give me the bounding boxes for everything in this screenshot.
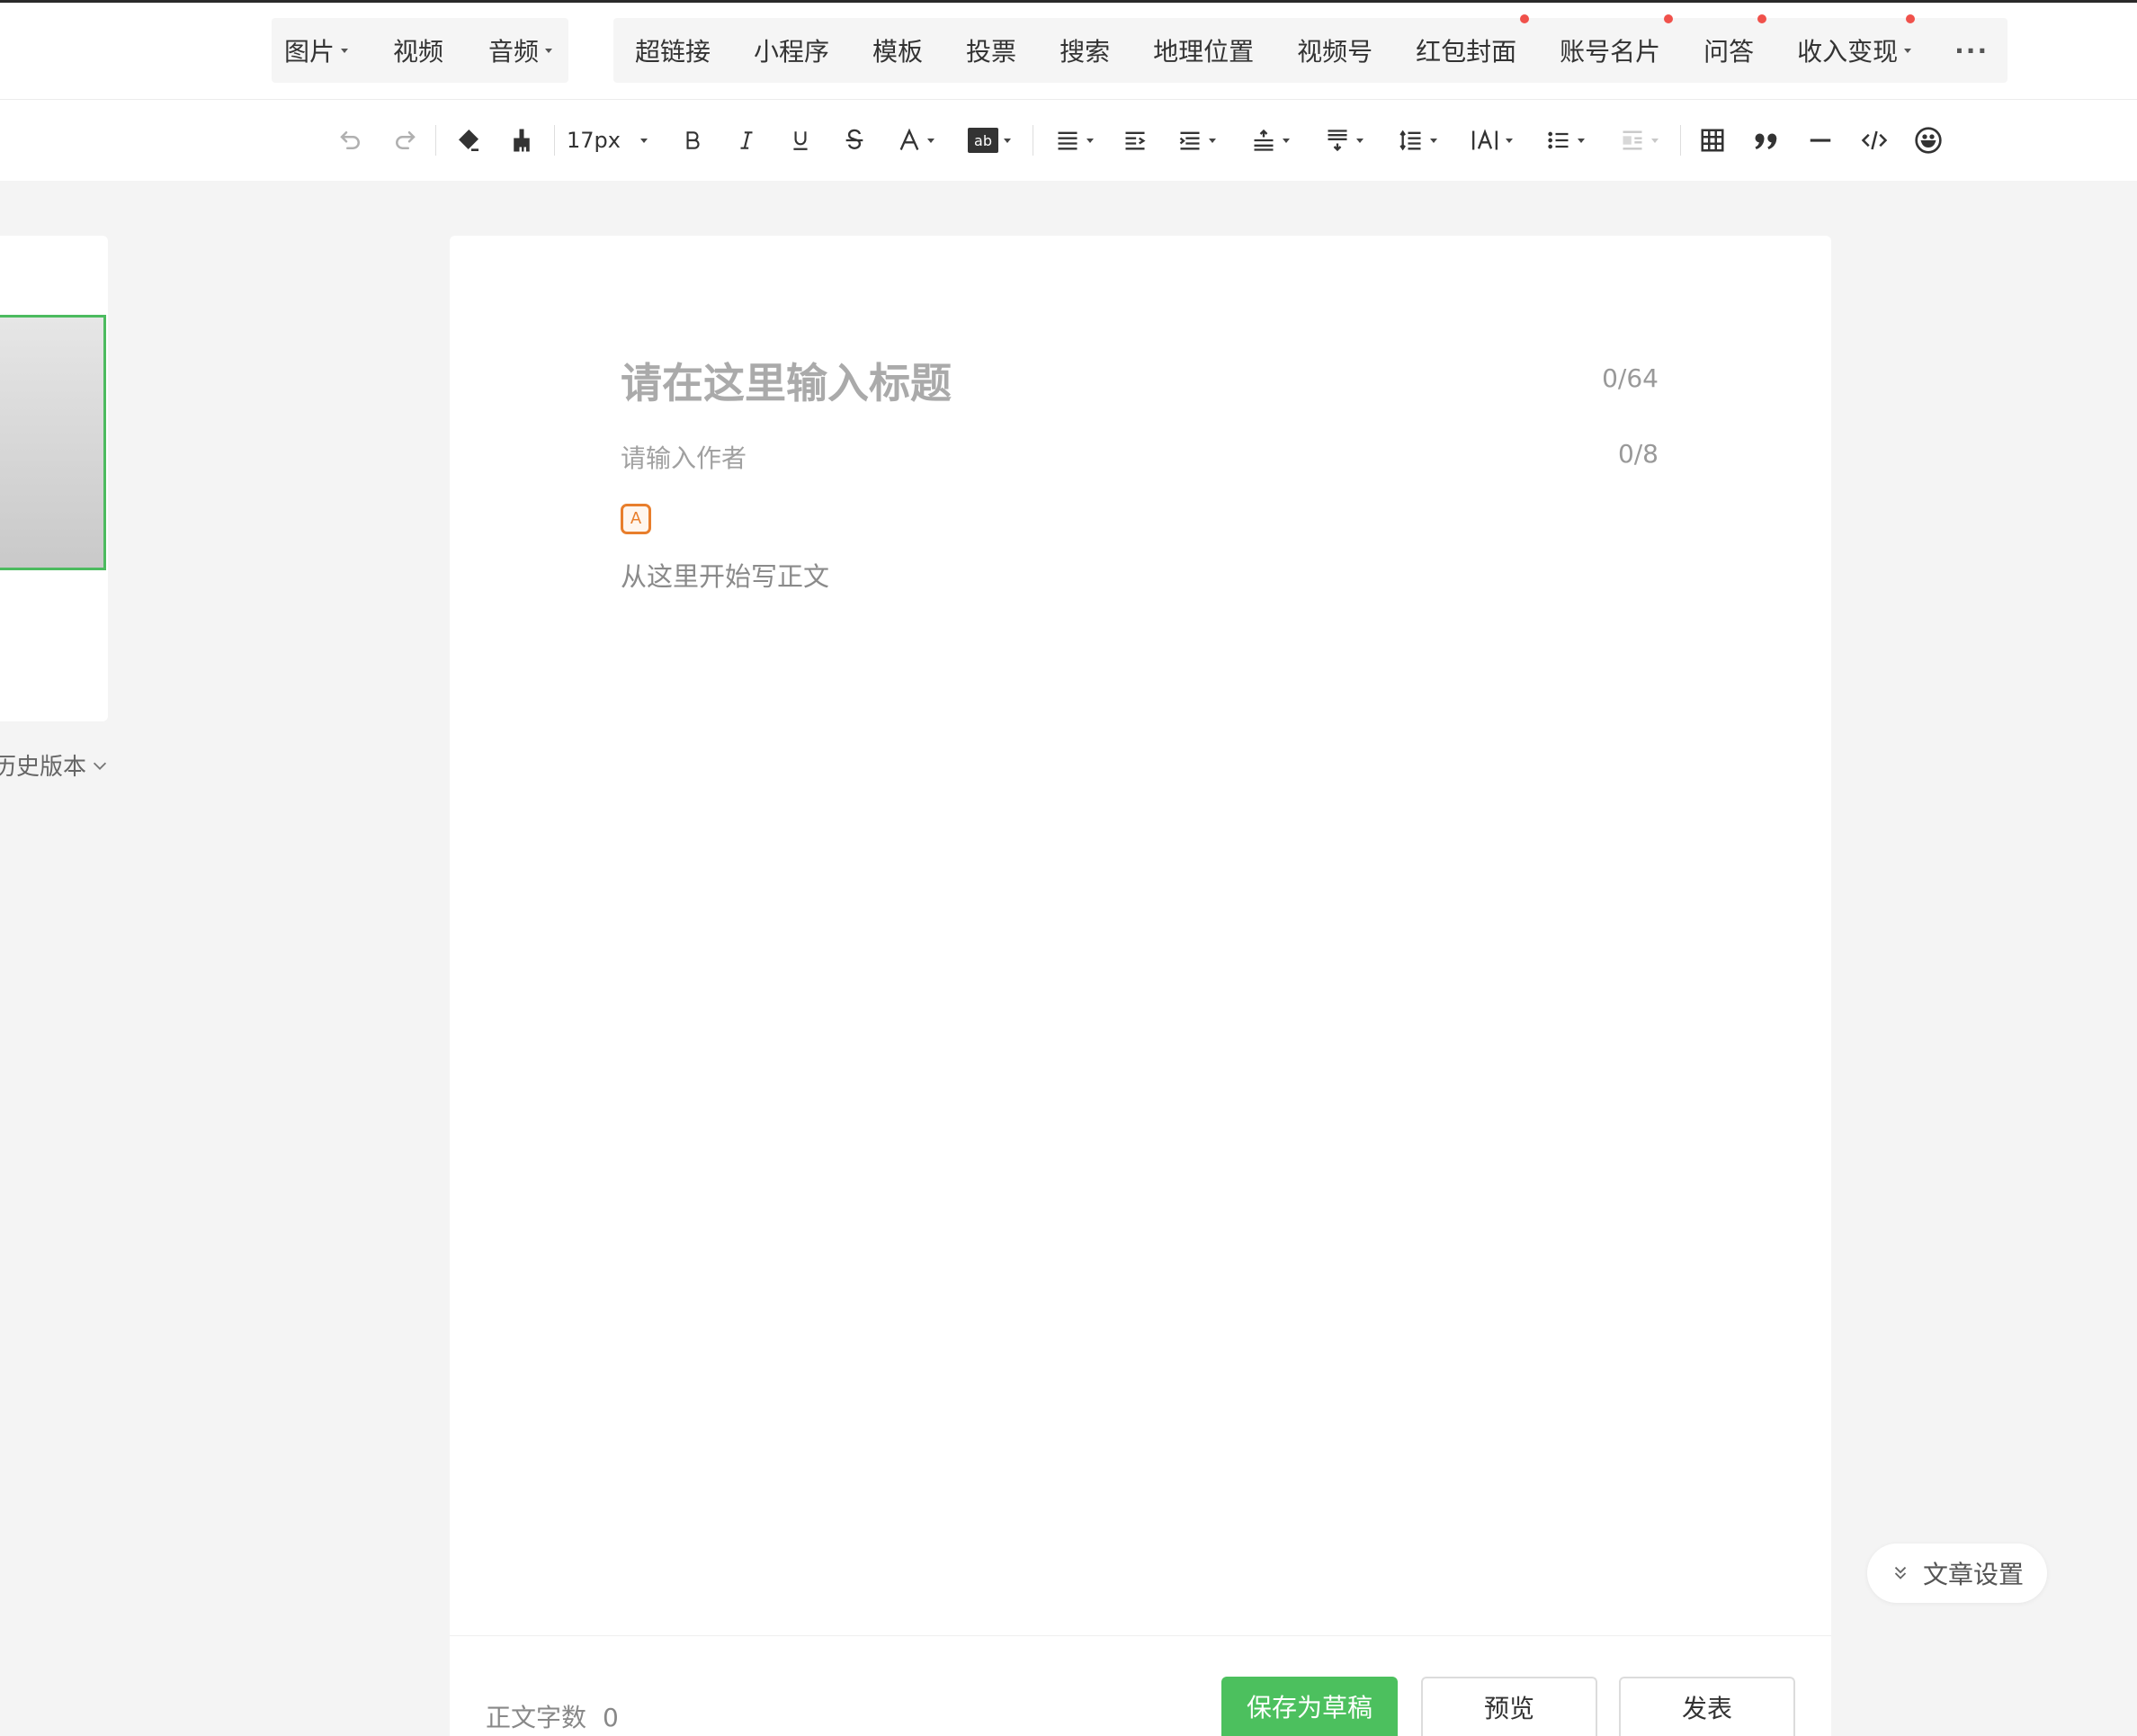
strikethrough-icon[interactable] [835,100,874,181]
indent-icon[interactable] [1115,100,1155,181]
toolbar-divider [1680,125,1681,156]
chevron-down-icon [1578,138,1585,143]
title-input[interactable]: 请在这里输入标题 [621,351,952,410]
svg-text:ab: ab [974,132,992,149]
insert-account-card-button[interactable]: 账号名片 [1560,14,1674,68]
notification-dot [1520,14,1530,23]
word-count: 正文字数 0 [486,1703,619,1732]
body-input[interactable]: 从这里开始写正文 [621,556,829,594]
float-image-icon[interactable] [1612,100,1666,181]
insert-video-button[interactable]: 视频 [393,32,443,68]
format-painter-icon[interactable] [502,100,541,181]
chevron-down-icon [1904,48,1912,53]
preview-button[interactable]: 预览 [1421,1677,1597,1736]
insert-channels-button[interactable]: 视频号 [1297,32,1373,68]
background-color-icon[interactable]: ab [962,100,1016,181]
italic-icon[interactable] [727,100,766,181]
emoji-icon[interactable] [1909,100,1948,181]
font-color-icon[interactable] [889,100,943,181]
letter-spacing-icon[interactable] [1464,100,1518,181]
history-versions-toggle[interactable]: 历史版本 [0,748,110,782]
eraser-icon[interactable] [448,100,487,181]
line-height-icon[interactable] [1390,100,1444,181]
chevron-down-icon [639,138,648,143]
author-input[interactable]: 请输入作者 [621,439,747,475]
insert-search-button[interactable]: 搜索 [1060,32,1110,68]
chevron-down-icon [1430,138,1437,143]
chevron-down-icon [341,48,349,53]
undo-icon[interactable] [331,100,371,181]
chevron-down-icon [1506,138,1513,143]
toolbar-divider [435,125,436,156]
notification-dot [1664,14,1674,23]
insert-image-menu[interactable]: 图片 [284,32,349,68]
notification-dot [1906,14,1916,23]
chevron-down-icon [545,48,553,53]
align-icon[interactable] [1047,100,1101,181]
feature-insert-group: 超链接 小程序 模板 投票 搜索 地理位置 视频号 红包封面 账号名片 问答 收… [613,14,2007,83]
divider-line-icon[interactable] [1801,100,1840,181]
media-insert-group: 图片 视频 音频 [272,18,568,83]
redo-icon[interactable] [385,100,425,181]
table-icon[interactable] [1693,100,1732,181]
insert-hyperlink-button[interactable]: 超链接 [635,32,711,68]
insert-qa-button[interactable]: 问答 [1703,14,1767,68]
publish-button[interactable]: 发表 [1619,1677,1795,1736]
chevron-down-icon [1356,138,1364,143]
insert-vote-button[interactable]: 投票 [966,32,1016,68]
insert-location-button[interactable]: 地理位置 [1153,32,1254,68]
insert-template-button[interactable]: 模板 [872,32,923,68]
article-settings-button[interactable]: 文章设置 [1867,1544,2047,1603]
chevron-down-icon [1004,138,1011,143]
chevron-down-icon [1283,138,1290,143]
chevron-down-icon [93,762,107,770]
insert-red-packet-cover-button[interactable]: 红包封面 [1416,14,1530,68]
paragraph-after-spacing-icon[interactable] [1317,100,1371,181]
paragraph-spacing-icon[interactable] [1243,100,1297,181]
title-char-count: 0/64 [1602,363,1659,393]
more-options-icon[interactable]: ··· [1954,36,1989,66]
underline-icon[interactable] [781,100,820,181]
notification-dot [1757,14,1767,23]
format-toolbar: 17px ab [0,99,2137,181]
double-chevron-down-icon [1894,1566,1907,1579]
insert-audio-menu[interactable]: 音频 [488,32,553,68]
font-size-select[interactable]: 17px [567,100,653,181]
ai-assist-icon[interactable]: A [621,504,651,534]
chevron-down-icon [1209,138,1216,143]
insert-miniprogram-button[interactable]: 小程序 [754,32,829,68]
text-indent-icon[interactable] [1169,100,1223,181]
code-icon[interactable] [1855,100,1894,181]
bold-icon[interactable] [673,100,712,181]
chevron-down-icon [927,138,934,143]
chevron-down-icon [1651,138,1659,143]
footer-divider [450,1635,1831,1636]
article-thumbnail[interactable] [0,315,106,570]
quote-icon[interactable] [1747,100,1786,181]
insert-monetize-menu[interactable]: 收入变现 [1797,14,1916,68]
author-char-count: 0/8 [1617,439,1659,469]
save-draft-button[interactable]: 保存为草稿 [1221,1677,1398,1736]
list-icon[interactable] [1538,100,1592,181]
chevron-down-icon [1086,138,1094,143]
toolbar-divider [554,125,555,156]
